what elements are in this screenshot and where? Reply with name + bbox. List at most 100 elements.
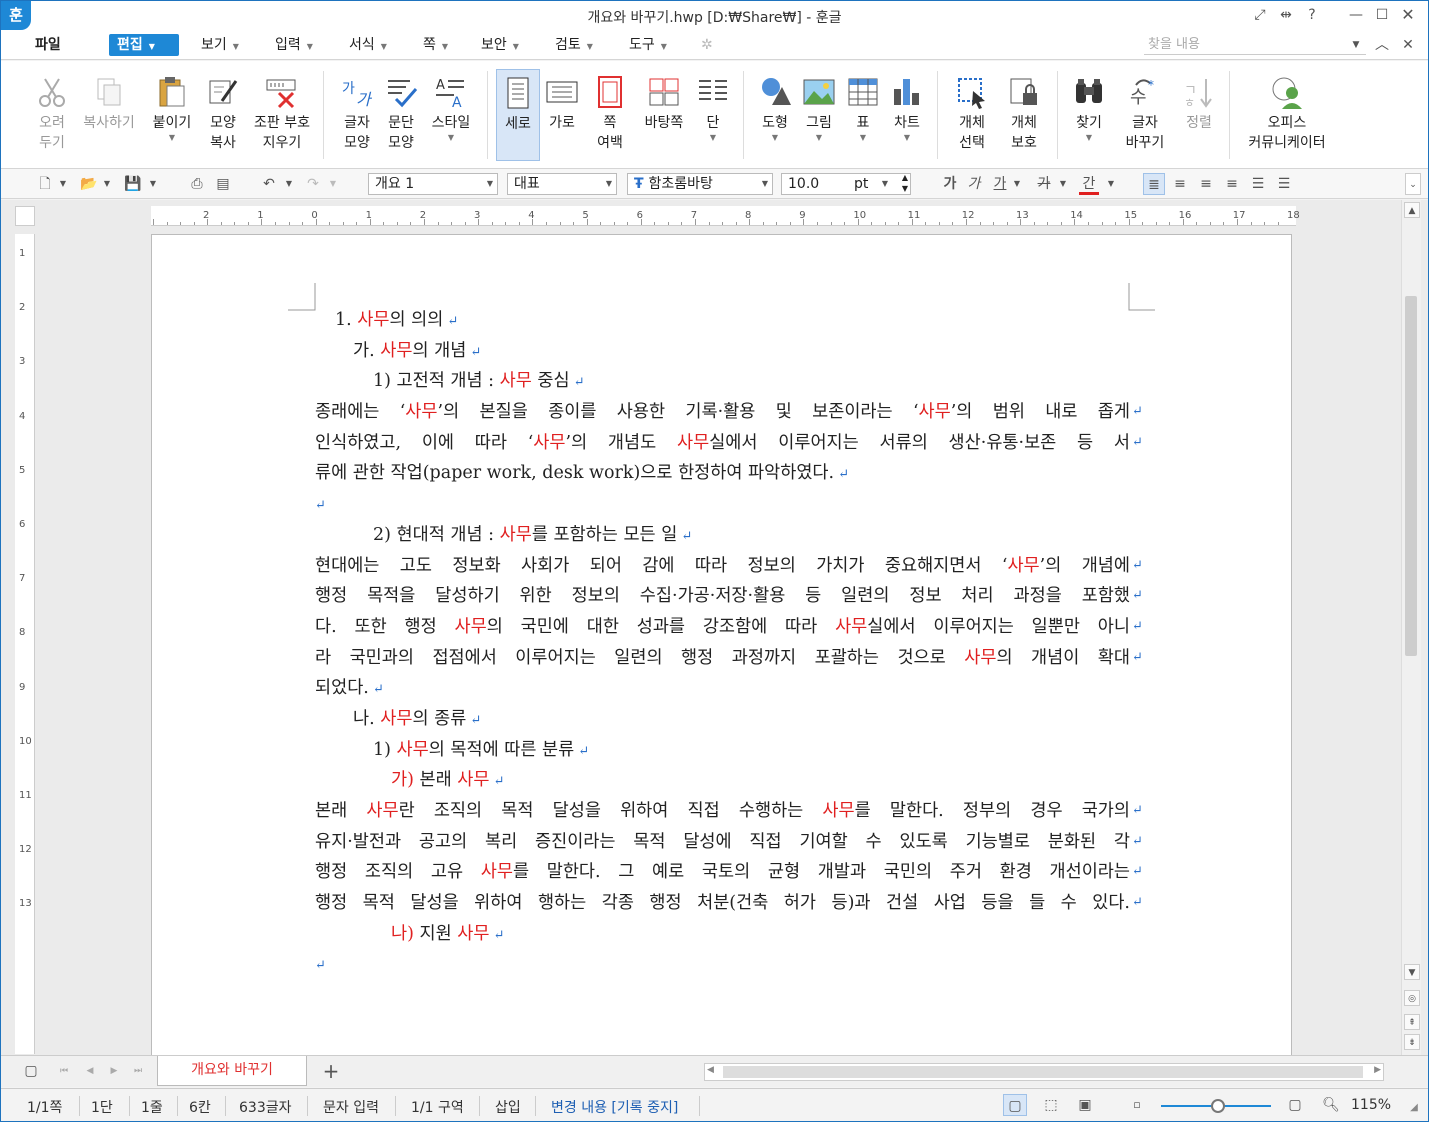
- chevron-down-icon[interactable]: ▼: [1011, 173, 1023, 195]
- tab-document[interactable]: 개요와 바꾸기: [157, 1056, 307, 1086]
- zoom-in-icon[interactable]: ▢: [1283, 1094, 1307, 1116]
- format-copy-button[interactable]: 모양 복사: [201, 69, 245, 161]
- replace-button[interactable]: 수 * 글자 바꾸기: [1115, 69, 1175, 161]
- vertical-page-button[interactable]: 세로: [496, 69, 540, 161]
- close-doc-icon[interactable]: ✕: [1397, 35, 1419, 55]
- text-line[interactable]: 1) 고전적 개념 : 사무 중심 ↵: [315, 366, 1130, 397]
- style-select[interactable]: 개요 1 ▼: [368, 173, 498, 195]
- puzzle-icon[interactable]: ✲: [693, 34, 721, 56]
- text-line[interactable]: 종래에는 ‘사무’의 본질을 종이를 사용한 기록·활용 및 보존이라는 ‘사무…: [315, 397, 1143, 428]
- page-view-icon[interactable]: ◎: [1404, 990, 1420, 1006]
- text-line[interactable]: 가. 사무의 개념 ↵: [315, 336, 1130, 367]
- text-line[interactable]: 다. 또한 행정 사무의 국민에 대한 성과를 강조함에 따라 사무실에서 이루…: [315, 612, 1143, 643]
- italic-icon[interactable]: 가: [965, 173, 983, 195]
- resize-grip-icon[interactable]: ◢: [1407, 1097, 1421, 1119]
- document-text[interactable]: 1. 사무의 의의 ↵ 가. 사무의 개념 ↵ 1) 고전적 개념 : 사무 중심 …: [315, 305, 1143, 980]
- bold-icon[interactable]: 가: [941, 173, 959, 195]
- scroll-up-icon[interactable]: ▲: [1404, 202, 1420, 218]
- vertical-scrollbar[interactable]: ▲ ▼ ◎ ⇞ ⇟: [1401, 200, 1421, 1055]
- view-full-icon[interactable]: ▣: [1073, 1094, 1097, 1116]
- status-input-mode[interactable]: 문자 입력: [323, 1097, 379, 1117]
- paste-button[interactable]: 붙이기 ▼: [147, 69, 197, 161]
- font-color-icon[interactable]: 간: [1079, 173, 1099, 195]
- language-select[interactable]: 대표 ▼: [507, 173, 617, 195]
- office-communicator-button[interactable]: 오피스 커뮤니케이터: [1239, 69, 1335, 161]
- preview-icon[interactable]: ▤: [213, 173, 233, 195]
- text-line[interactable]: 현대에는 고도 정보화 사회가 되어 감에 따라 정보의 가치가 중요해지면서 …: [315, 551, 1143, 582]
- align-center-icon[interactable]: ≡: [1195, 173, 1217, 195]
- help-icon[interactable]: ?: [1301, 5, 1323, 25]
- zoom-out-icon[interactable]: ▫: [1125, 1094, 1149, 1116]
- chart-button[interactable]: 차트 ▼: [885, 69, 929, 161]
- horizontal-scrollbar[interactable]: ◀ ▶: [704, 1063, 1384, 1081]
- find-dropdown-icon[interactable]: ▼: [1345, 35, 1367, 55]
- align-justify-icon[interactable]: ≣: [1143, 173, 1165, 195]
- shape-button[interactable]: 도형 ▼: [753, 69, 797, 161]
- zoom-level[interactable]: 115%: [1351, 1097, 1391, 1113]
- text-line[interactable]: 1) 사무의 목적에 따른 분류 ↵: [315, 735, 1130, 766]
- horizontal-page-button[interactable]: 가로: [542, 69, 582, 161]
- clear-marks-button[interactable]: 조판 부호 지우기: [249, 69, 315, 161]
- text-line[interactable]: 행정 조직의 고유 사무를 말한다. 그 예로 국토의 균형 개발과 국민의 주…: [315, 857, 1143, 888]
- tab-list-icon[interactable]: ▢: [21, 1060, 41, 1082]
- text-line[interactable]: 행정 목적 달성을 위하여 행하는 각종 행정 처분(건축 허가 등)과 건설 …: [315, 888, 1143, 919]
- find-button[interactable]: 찾기 ▼: [1067, 69, 1111, 161]
- scroll-left-icon[interactable]: ◀: [707, 1065, 714, 1075]
- menu-review[interactable]: 검토 ▼: [547, 34, 601, 56]
- font-select[interactable]: Ŧ 함초롬바탕 ▼: [627, 173, 773, 195]
- undo-icon[interactable]: ↶: [259, 173, 279, 195]
- para-shape-button[interactable]: 문단 모양: [381, 69, 421, 161]
- spinner-icon[interactable]: ▲ ▼: [902, 172, 908, 194]
- text-line[interactable]: 1. 사무의 의의 ↵: [315, 305, 1130, 336]
- chevron-down-icon[interactable]: ▼: [147, 173, 159, 195]
- style-button[interactable]: AA 스타일 ▼: [425, 69, 477, 161]
- strikethrough-icon[interactable]: 가: [1035, 173, 1053, 195]
- scroll-thumb[interactable]: [723, 1066, 1363, 1078]
- status-track-changes[interactable]: 변경 내용 [기록 중지]: [551, 1097, 678, 1117]
- text-line[interactable]: 가) 본래 사무 ↵: [315, 765, 1130, 796]
- prev-tab-icon[interactable]: ◀: [83, 1060, 97, 1082]
- first-tab-icon[interactable]: ⏮: [57, 1060, 71, 1082]
- menu-format[interactable]: 서식 ▼: [341, 34, 395, 56]
- font-size-input[interactable]: 10.0 pt ▼ ▲ ▼: [781, 173, 911, 195]
- fullscreen-icon[interactable]: ⤢: [1249, 5, 1271, 25]
- last-tab-icon[interactable]: ⏭: [131, 1060, 145, 1082]
- text-line[interactable]: 행정 목적을 달성하기 위한 정보의 수집·가공·저장·활용 등 일련의 정보 …: [315, 581, 1143, 612]
- open-folder-icon[interactable]: 📂: [79, 173, 99, 195]
- next-page-icon[interactable]: ⇟: [1404, 1034, 1420, 1050]
- scroll-thumb[interactable]: [1405, 296, 1417, 656]
- maximize-icon[interactable]: ☐: [1371, 5, 1393, 25]
- text-line[interactable]: 나. 사무의 종류 ↵: [315, 704, 1130, 735]
- scroll-down-icon[interactable]: ▼: [1404, 964, 1420, 980]
- menu-security[interactable]: 보안 ▼: [473, 34, 527, 56]
- align-right-icon[interactable]: ≡: [1221, 173, 1243, 195]
- master-page-button[interactable]: 바탕쪽: [639, 69, 689, 161]
- print-icon[interactable]: ⎙: [187, 173, 207, 195]
- chevron-down-icon[interactable]: ▼: [283, 173, 295, 195]
- text-line[interactable]: 2) 현대적 개념 : 사무를 포함하는 모든 일 ↵: [315, 520, 1130, 551]
- chevron-down-icon[interactable]: ▼: [1057, 173, 1069, 195]
- text-line[interactable]: 나) 지원 사무 ↵: [315, 919, 1130, 950]
- magnifier-icon[interactable]: 🔍︎: [1321, 1094, 1341, 1116]
- chevron-down-icon[interactable]: ▼: [1105, 173, 1117, 195]
- text-line[interactable]: 류에 관한 작업(paper work, desk work)으로 한정하여 파…: [315, 458, 1130, 489]
- object-select-button[interactable]: 개체 선택: [947, 69, 997, 161]
- text-line[interactable]: 유지·발전과 공고의 복리 증진이라는 목적 달성에 직접 기여할 수 있도록 …: [315, 827, 1143, 858]
- underline-icon[interactable]: 가: [991, 173, 1009, 195]
- cut-button[interactable]: 오려 두기: [29, 69, 75, 161]
- text-line[interactable]: 되었다. ↵: [315, 673, 1130, 704]
- menu-edit[interactable]: 편집 ▼: [109, 34, 179, 56]
- next-tab-icon[interactable]: ▶: [107, 1060, 121, 1082]
- menu-view[interactable]: 보기 ▼: [193, 34, 247, 56]
- save-icon[interactable]: 💾: [123, 173, 143, 195]
- scroll-right-icon[interactable]: ▶: [1374, 1065, 1381, 1075]
- copy-button[interactable]: 복사하기: [79, 69, 139, 161]
- toolbar-more-icon[interactable]: ⌄: [1405, 173, 1421, 195]
- object-protect-button[interactable]: 개체 보호: [999, 69, 1049, 161]
- text-line[interactable]: 본래 사무란 조직의 목적 달성을 위하여 직접 수행하는 사무를 말한다. 정…: [315, 796, 1143, 827]
- char-shape-button[interactable]: 가가 글자 모양: [335, 69, 379, 161]
- document-page[interactable]: 1. 사무의 의의 ↵ 가. 사무의 개념 ↵ 1) 고전적 개념 : 사무 중심 …: [151, 234, 1292, 1064]
- align-divide-icon[interactable]: ☰: [1273, 173, 1295, 195]
- close-icon[interactable]: ✕: [1397, 5, 1419, 25]
- menu-page[interactable]: 쪽 ▼: [415, 34, 456, 56]
